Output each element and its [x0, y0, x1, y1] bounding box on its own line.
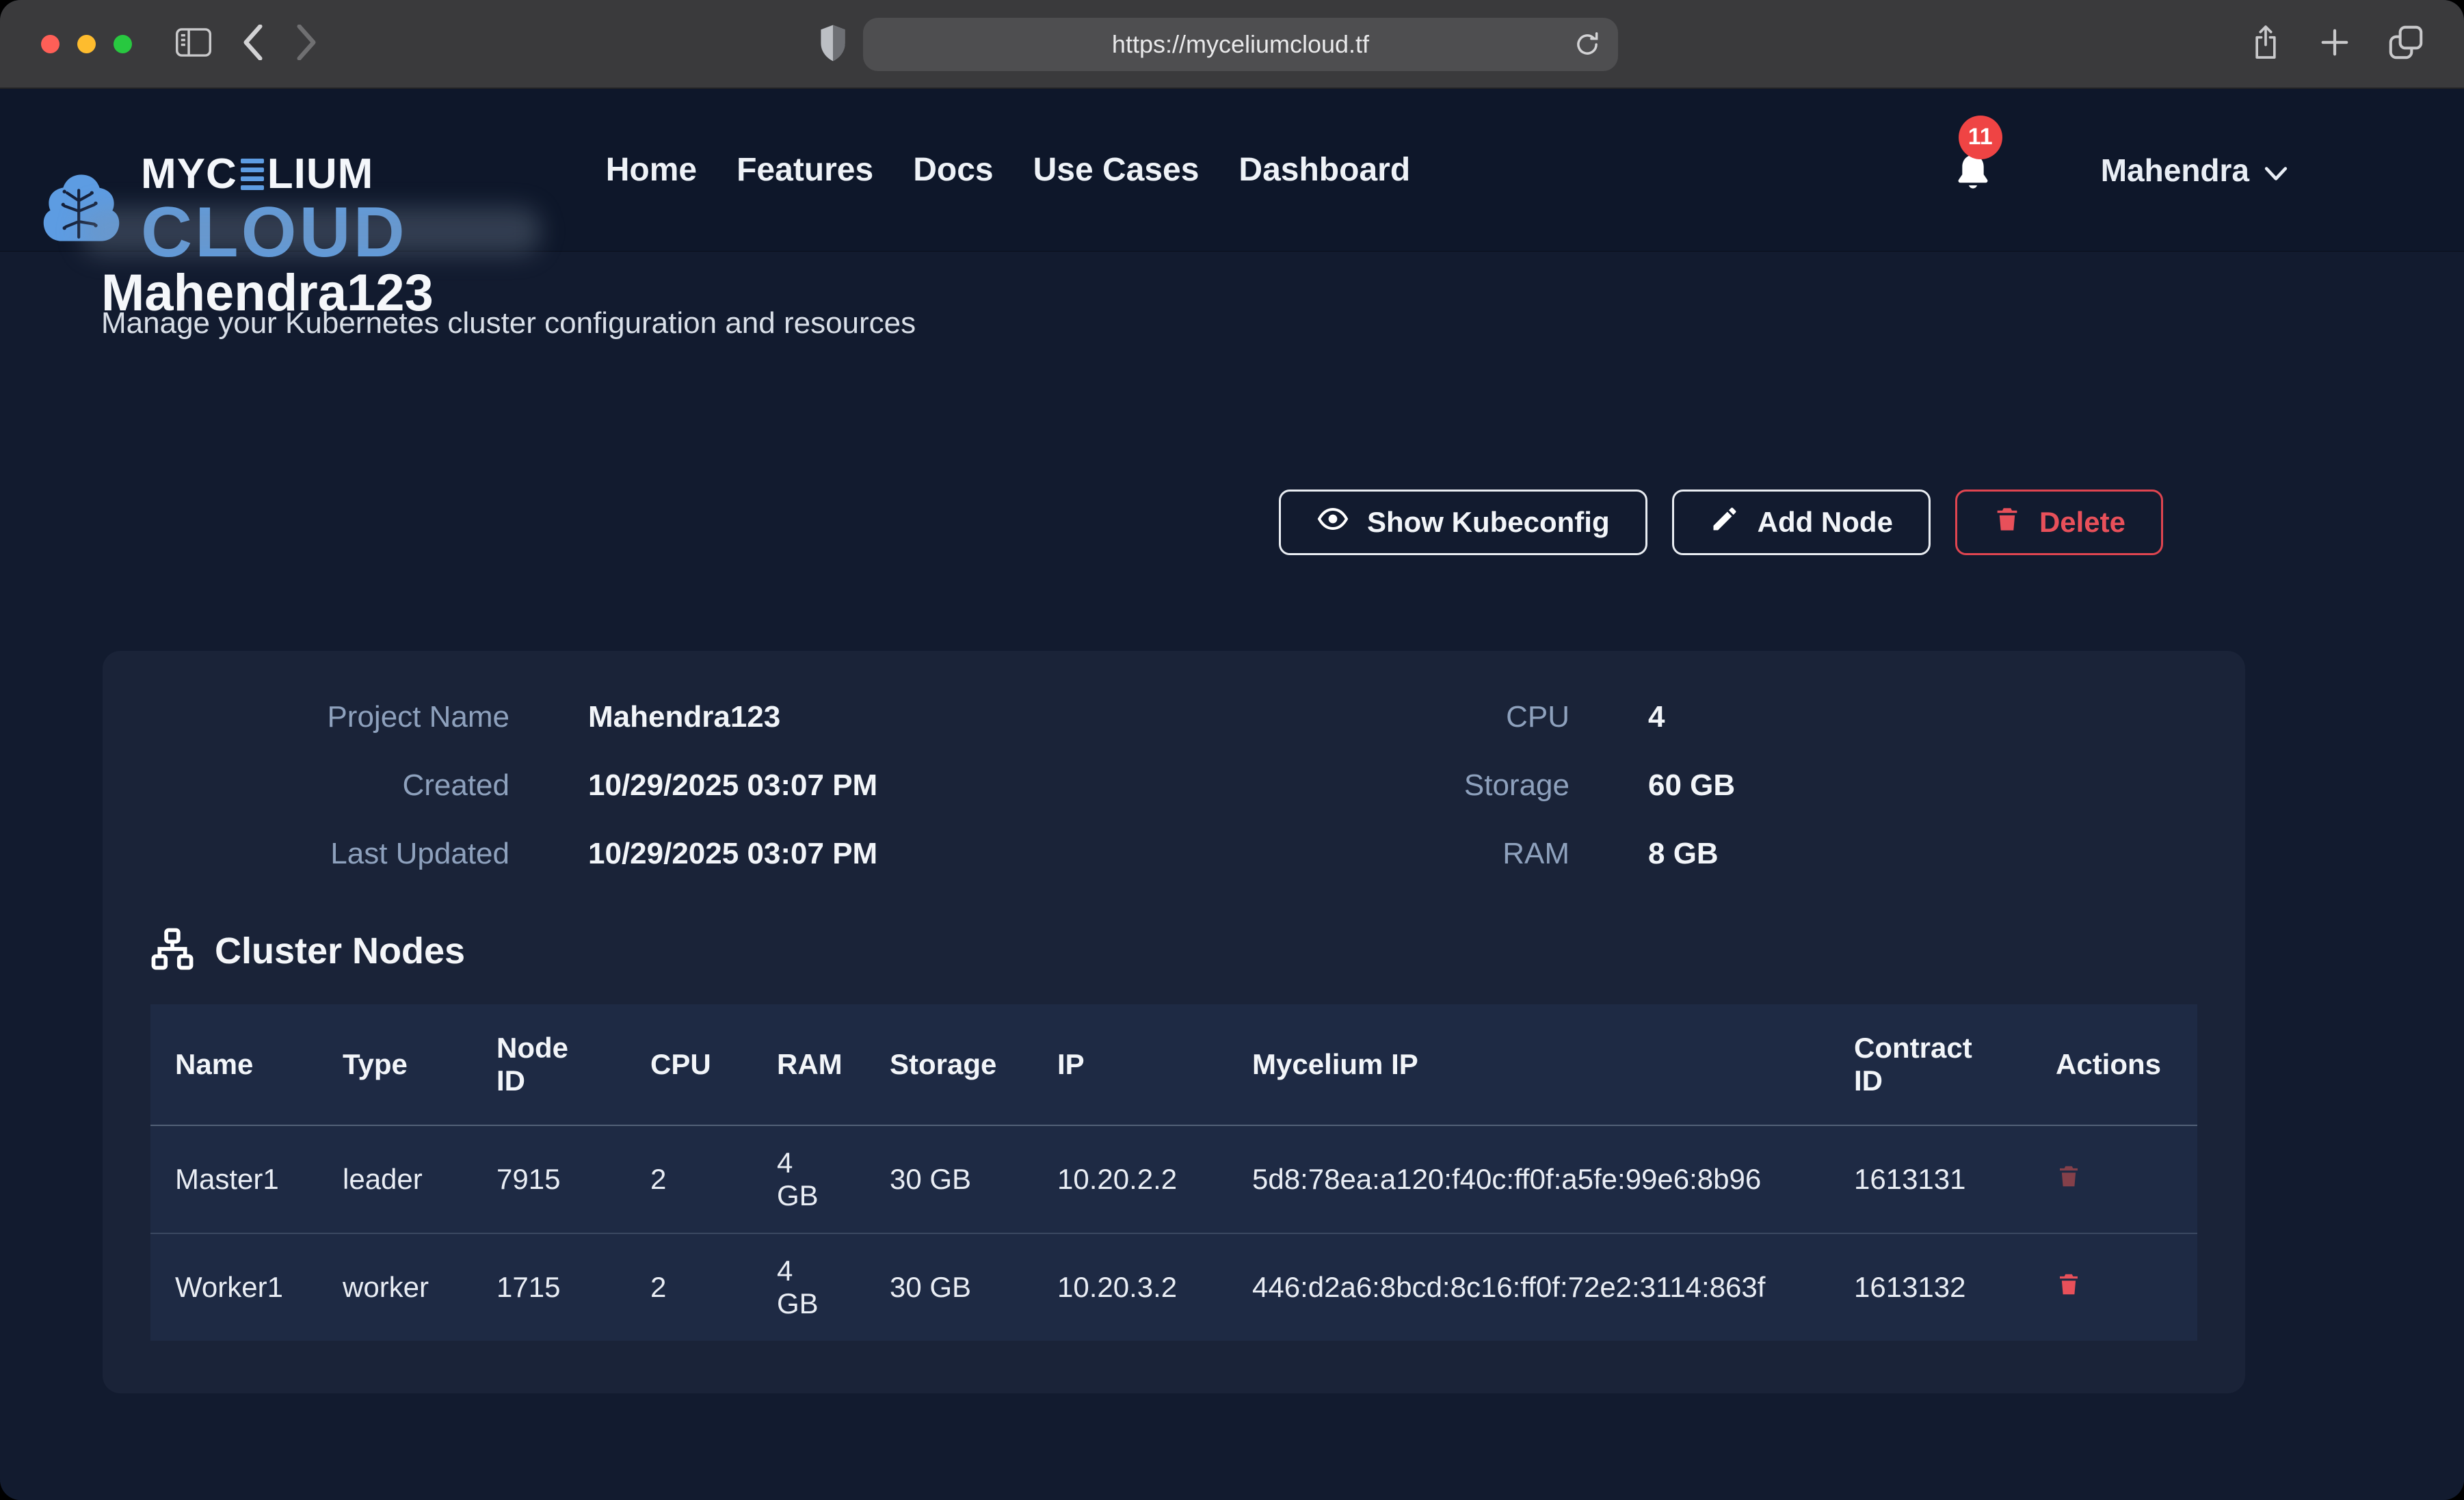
cell-contract-id: 1613131 — [1829, 1125, 2031, 1233]
cell-cpu: 2 — [626, 1125, 752, 1233]
cell-ip: 10.20.3.2 — [1033, 1233, 1228, 1341]
cell-node-id: 1715 — [472, 1233, 626, 1341]
cell-storage: 30 GB — [865, 1125, 1033, 1233]
cluster-actions: Show Kubeconfig Add Node Delete — [1279, 490, 2163, 555]
notification-badge: 11 — [1959, 116, 2002, 159]
delete-label: Delete — [2039, 506, 2125, 539]
cell-name: Worker1 — [150, 1233, 318, 1341]
ram-value: 8 GB — [1648, 837, 2197, 871]
cluster-info-grid: Project Name Mahendra123 CPU 4 Created 1… — [150, 700, 2197, 871]
created-value: 10/29/2025 03:07 PM — [588, 768, 1204, 803]
col-type: Type — [318, 1004, 472, 1125]
col-storage: Storage — [865, 1004, 1033, 1125]
col-node-id: Node ID — [472, 1004, 626, 1125]
nav-item-use-cases[interactable]: Use Cases — [1033, 151, 1200, 189]
table-row: Master1 leader 7915 2 4 GB 30 GB 10.20.2… — [150, 1125, 2197, 1233]
cpu-value: 4 — [1648, 700, 2197, 734]
cluster-nodes-heading: Cluster Nodes — [150, 927, 2197, 974]
delete-node-button[interactable] — [2056, 1162, 2082, 1192]
site-header: MYCLIUM CLOUD Home Features Docs Use Cas… — [0, 89, 2464, 252]
brand-mycelium: MYCLIUM — [141, 153, 408, 196]
tab-overview-icon[interactable] — [2389, 25, 2423, 63]
add-node-button[interactable]: Add Node — [1672, 490, 1931, 555]
eye-icon — [1316, 503, 1349, 542]
created-label: Created — [150, 768, 509, 803]
cell-ip: 10.20.2.2 — [1033, 1125, 1228, 1233]
cell-cpu: 2 — [626, 1233, 752, 1341]
forward-button-icon[interactable] — [295, 25, 318, 64]
url-text: https://myceliumcloud.tf — [1112, 30, 1369, 59]
cell-type: leader — [318, 1125, 472, 1233]
minimize-window-button[interactable] — [77, 35, 96, 53]
sidebar-toggle-icon[interactable] — [176, 28, 211, 60]
cell-mycelium-ip: 446:d2a6:8bcd:8c16:ff0f:72e2:3114:863f — [1228, 1233, 1829, 1341]
back-button-icon[interactable] — [241, 25, 265, 64]
table-row: Worker1 worker 1715 2 4 GB 30 GB 10.20.3… — [150, 1233, 2197, 1341]
storage-label: Storage — [1282, 768, 1569, 803]
cell-node-id: 7915 — [472, 1125, 626, 1233]
ram-label: RAM — [1282, 837, 1569, 871]
nav-item-home[interactable]: Home — [606, 151, 697, 189]
col-cpu: CPU — [626, 1004, 752, 1125]
user-name: Mahendra — [2101, 152, 2249, 189]
zoom-window-button[interactable] — [114, 35, 132, 53]
col-contract-id: Contract ID — [1829, 1004, 2031, 1125]
traffic-lights — [41, 35, 132, 53]
nav-item-docs[interactable]: Docs — [913, 151, 993, 189]
chevron-down-icon — [2264, 152, 2288, 189]
table-header-row: Name Type Node ID CPU RAM Storage IP Myc… — [150, 1004, 2197, 1125]
browser-chrome: https://myceliumcloud.tf — [0, 0, 2464, 89]
cell-name: Master1 — [150, 1125, 318, 1233]
network-nodes-icon — [150, 927, 194, 974]
cell-type: worker — [318, 1233, 472, 1341]
blurred-title-smudge — [81, 207, 540, 255]
browser-window: https://myceliumcloud.tf Mahendra123 Man… — [0, 0, 2464, 1500]
cluster-details-card: Project Name Mahendra123 CPU 4 Created 1… — [103, 651, 2245, 1393]
reload-icon[interactable] — [1573, 30, 1602, 62]
trash-icon — [1993, 503, 2022, 541]
col-mycelium-ip: Mycelium IP — [1228, 1004, 1829, 1125]
storage-value: 60 GB — [1648, 768, 2197, 803]
col-ip: IP — [1033, 1004, 1228, 1125]
project-name-value: Mahendra123 — [588, 700, 1204, 734]
stylized-e-icon — [241, 159, 264, 190]
add-node-label: Add Node — [1758, 506, 1893, 539]
pencil-icon — [1710, 504, 1740, 541]
show-kubeconfig-button[interactable]: Show Kubeconfig — [1279, 490, 1647, 555]
col-ram: RAM — [752, 1004, 865, 1125]
cluster-nodes-table: Name Type Node ID CPU RAM Storage IP Myc… — [150, 1004, 2197, 1341]
address-bar[interactable]: https://myceliumcloud.tf — [863, 18, 1618, 71]
page-subtitle: Manage your Kubernetes cluster configura… — [101, 306, 916, 340]
user-menu[interactable]: Mahendra — [2101, 152, 2288, 189]
cell-mycelium-ip: 5d8:78ea:a120:f40c:ff0f:a5fe:99e6:8b96 — [1228, 1125, 1829, 1233]
cell-ram: 4 GB — [752, 1233, 865, 1341]
col-actions: Actions — [2031, 1004, 2197, 1125]
delete-node-button[interactable] — [2056, 1270, 2082, 1300]
last-updated-value: 10/29/2025 03:07 PM — [588, 837, 1204, 871]
last-updated-label: Last Updated — [150, 837, 509, 871]
privacy-shield-icon[interactable] — [818, 22, 848, 68]
cpu-label: CPU — [1282, 700, 1569, 734]
nav-item-dashboard[interactable]: Dashboard — [1238, 151, 1410, 189]
nav-item-features[interactable]: Features — [737, 151, 873, 189]
cell-contract-id: 1613132 — [1829, 1233, 2031, 1341]
page-content: Mahendra123 Manage your Kubernetes clust… — [0, 89, 2464, 1500]
col-name: Name — [150, 1004, 318, 1125]
cell-storage: 30 GB — [865, 1233, 1033, 1341]
project-name-label: Project Name — [150, 700, 509, 734]
share-icon[interactable] — [2251, 24, 2281, 64]
show-kubeconfig-label: Show Kubeconfig — [1367, 506, 1610, 539]
notifications-button[interactable]: 11 — [1950, 142, 1998, 199]
close-window-button[interactable] — [41, 35, 59, 53]
new-tab-icon[interactable] — [2319, 27, 2350, 62]
main-nav: Home Features Docs Use Cases Dashboard — [606, 151, 1410, 189]
cell-ram: 4 GB — [752, 1125, 865, 1233]
delete-cluster-button[interactable]: Delete — [1955, 490, 2163, 555]
